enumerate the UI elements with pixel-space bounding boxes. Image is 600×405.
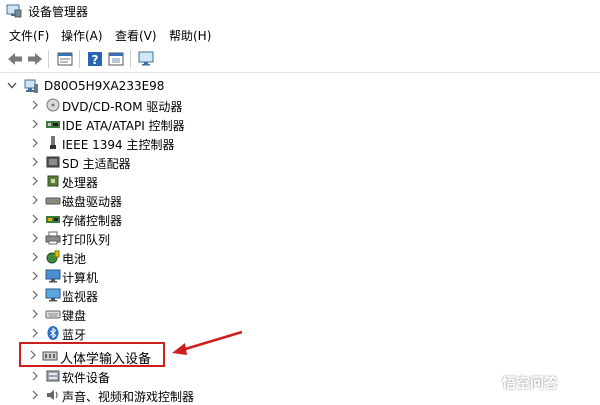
- toolbar: ?: [0, 46, 600, 73]
- storage-controller-icon: [46, 216, 60, 223]
- tree-item[interactable]: 键盘: [20, 305, 580, 324]
- menu-file[interactable]: 文件(F): [7, 27, 51, 44]
- keyboard-icon: [45, 310, 61, 319]
- chevron-right-icon[interactable]: [30, 156, 40, 168]
- show-hidden-icon[interactable]: [107, 50, 125, 68]
- tree-item-label: 计算机: [62, 271, 99, 285]
- tree-item-label: 声音、视频和游戏控制器: [62, 390, 195, 404]
- watermark-text: 悟空问答: [502, 376, 558, 392]
- properties-icon[interactable]: [56, 50, 74, 68]
- chevron-down-icon[interactable]: [7, 80, 17, 92]
- toolbar-separator: [79, 50, 80, 68]
- tree-item[interactable]: IEEE 1394 主控制器: [20, 134, 580, 153]
- title-bar: 设备管理器: [0, 0, 600, 22]
- annotation-arrow: [172, 330, 243, 355]
- tree-item[interactable]: 蓝牙: [20, 324, 580, 343]
- menu-help[interactable]: 帮助(H): [167, 27, 213, 44]
- chevron-right-icon[interactable]: [30, 213, 40, 225]
- chevron-right-icon[interactable]: [30, 175, 40, 187]
- sound-icon: [47, 390, 58, 400]
- chevron-right-icon[interactable]: [30, 370, 40, 382]
- tree-item[interactable]: IDE ATA/ATAPI 控制器: [20, 115, 580, 134]
- chevron-right-icon[interactable]: [30, 194, 40, 206]
- tree-item-label: 存储控制器: [62, 214, 123, 228]
- tree-root-node[interactable]: D80O5H9XA233E98: [0, 77, 560, 96]
- tree-item-label: 软件设备: [62, 371, 111, 385]
- computer-monitor-icon: [45, 269, 61, 283]
- tree-item-label: 键盘: [62, 309, 87, 323]
- device-manager-icon: [6, 4, 22, 18]
- ide-controller-icon: [46, 121, 60, 128]
- chevron-right-icon[interactable]: [30, 270, 40, 282]
- chevron-right-icon[interactable]: [30, 389, 40, 401]
- toolbar-separator: [48, 50, 49, 68]
- toolbar-separator: [130, 50, 131, 68]
- watermark-logo-icon: [479, 374, 497, 392]
- chevron-right-icon[interactable]: [30, 99, 40, 111]
- sd-adapter-icon: [46, 156, 60, 168]
- monitor-scan-icon[interactable]: [137, 50, 155, 68]
- tree-item[interactable]: DVD/CD-ROM 驱动器: [20, 96, 580, 115]
- chevron-right-icon[interactable]: [30, 118, 40, 130]
- ieee1394-icon: [50, 136, 56, 149]
- bluetooth-icon: [47, 326, 59, 340]
- software-device-icon: [46, 370, 60, 382]
- battery-icon: [46, 250, 60, 264]
- printer-icon: [45, 231, 61, 245]
- tree-item-label: 监视器: [62, 290, 99, 304]
- svg-text:?: ?: [92, 53, 99, 67]
- tree-item[interactable]: 打印队列: [20, 229, 580, 248]
- tree-item-label: 磁盘驱动器: [62, 195, 123, 209]
- menu-view[interactable]: 查看(V): [113, 27, 159, 44]
- forward-arrow-icon[interactable]: [26, 50, 44, 68]
- window-title: 设备管理器: [28, 5, 89, 19]
- dvd-drive-icon: [46, 98, 60, 112]
- menu-action[interactable]: 操作(A): [59, 27, 105, 44]
- tree-item-label: 蓝牙: [62, 328, 87, 342]
- menu-bar: 文件(F) 操作(A) 查看(V) 帮助(H): [0, 24, 600, 44]
- tree-root-label: D80O5H9XA233E98: [44, 79, 165, 93]
- tree-item-label: IEEE 1394 主控制器: [62, 138, 175, 152]
- disk-drive-icon: [45, 197, 61, 205]
- tree-item-label: 电池: [62, 252, 87, 266]
- tree-item-label: 打印队列: [62, 233, 111, 247]
- tree-item[interactable]: 监视器: [20, 286, 580, 305]
- chevron-right-icon[interactable]: [30, 289, 40, 301]
- annotation-highlight-box: [19, 342, 165, 367]
- computer-icon: [24, 79, 38, 93]
- tree-item-label: IDE ATA/ATAPI 控制器: [62, 119, 185, 133]
- tree-item-label: SD 主适配器: [62, 157, 131, 171]
- back-arrow-icon[interactable]: [6, 50, 24, 68]
- tree-item-label: DVD/CD-ROM 驱动器: [62, 100, 183, 114]
- chevron-right-icon[interactable]: [30, 251, 40, 263]
- tree-item-label: 处理器: [62, 176, 99, 190]
- watermark: 悟空问答: [474, 372, 598, 394]
- chevron-right-icon[interactable]: [30, 137, 40, 149]
- chevron-right-icon[interactable]: [30, 232, 40, 244]
- tree-item[interactable]: 存储控制器: [20, 210, 580, 229]
- tree-item[interactable]: 电池: [20, 248, 580, 267]
- chevron-right-icon[interactable]: [30, 308, 40, 320]
- monitor-icon: [45, 288, 61, 302]
- help-icon[interactable]: ?: [86, 50, 104, 68]
- processor-icon: [47, 175, 59, 187]
- tree-item[interactable]: SD 主适配器: [20, 153, 580, 172]
- chevron-right-icon[interactable]: [30, 327, 40, 339]
- tree-item[interactable]: 计算机: [20, 267, 580, 286]
- tree-item[interactable]: 处理器: [20, 172, 580, 191]
- tree-item[interactable]: 磁盘驱动器: [20, 191, 580, 210]
